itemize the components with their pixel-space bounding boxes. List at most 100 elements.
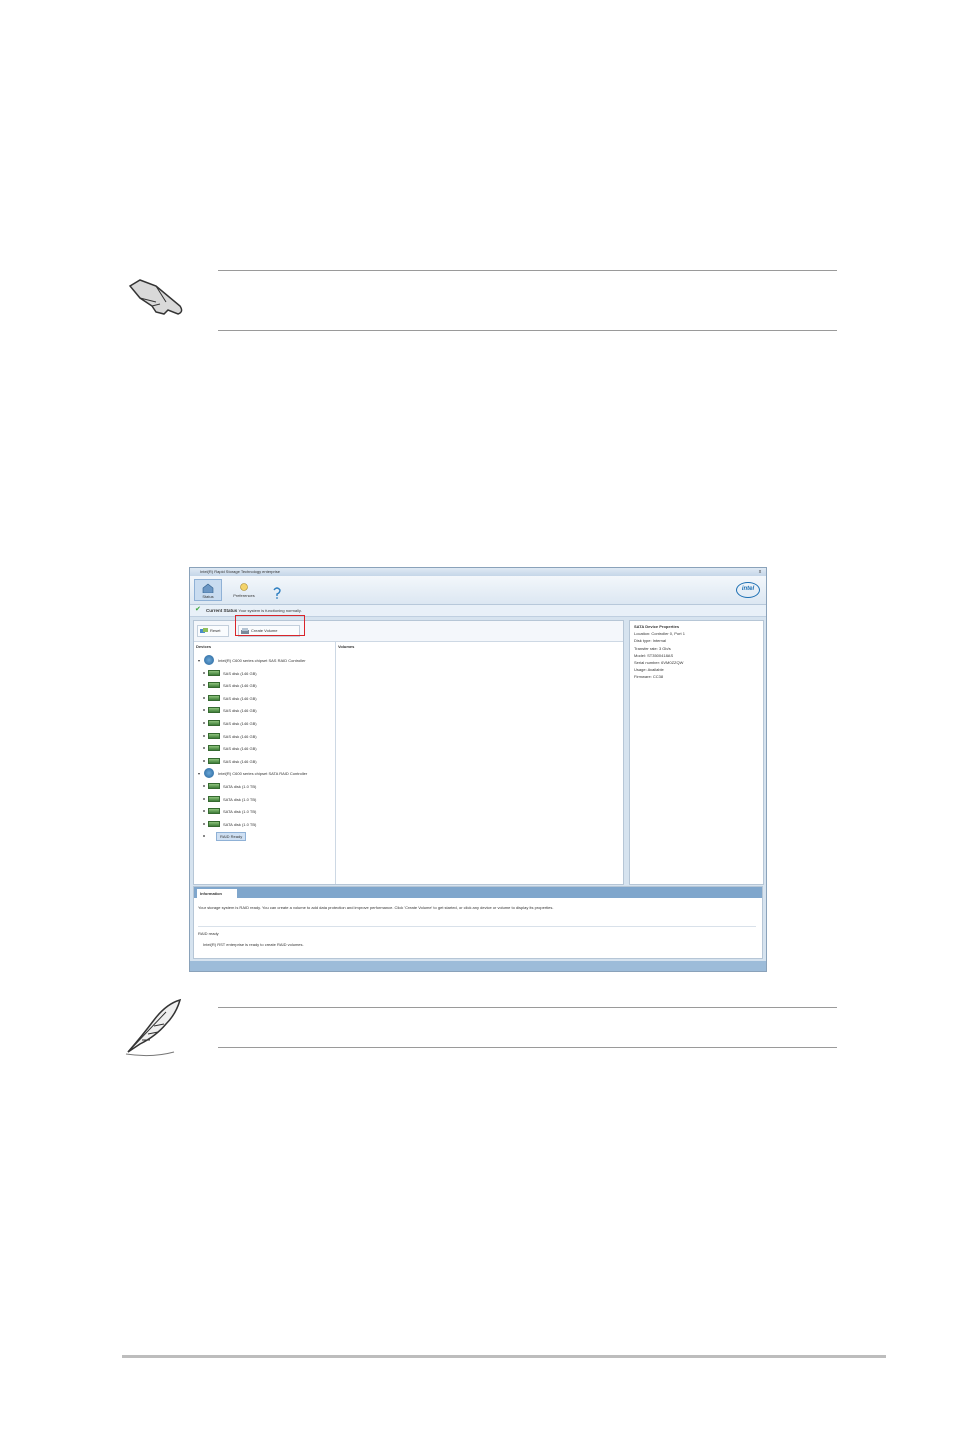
- disk-drive-icon: [208, 795, 220, 802]
- tree-item-selected[interactable]: RAID Ready: [194, 831, 335, 844]
- devices-header: Devices: [196, 644, 212, 649]
- drive-label: SATA disk (1.0 TB): [223, 783, 257, 789]
- status-heading: Current Status: [206, 608, 238, 613]
- property-line: Firmware: CC38: [634, 674, 664, 680]
- toolbar-status-button[interactable]: Status: [194, 579, 222, 601]
- properties-title: SATA Device Properties: [634, 624, 680, 629]
- create-volume-highlight: [235, 615, 305, 636]
- disk-drive-icon: [208, 782, 220, 789]
- footer-rule: [122, 1355, 886, 1358]
- expand-arrow-icon[interactable]: ▾: [198, 658, 200, 663]
- tree-connector-icon: [203, 684, 205, 687]
- notice-bottom-rule: [218, 330, 837, 331]
- tree-drive[interactable]: SAS disk (146 GB): [194, 680, 335, 693]
- tab-information[interactable]: Information: [197, 889, 237, 898]
- info-sub-heading: RAID ready: [198, 931, 219, 936]
- disk-drive-icon: [208, 745, 220, 752]
- tree-connector-icon: [203, 696, 205, 699]
- drive-label: SAS disk (146 GB): [223, 733, 257, 739]
- disk-drive-icon: [208, 757, 220, 764]
- preferences-icon: [240, 583, 248, 591]
- tree-drive[interactable]: SAS disk (146 GB): [194, 693, 335, 706]
- app-window-screenshot: Intel(R) Rapid Storage Technology enterp…: [189, 567, 767, 972]
- window-bottom-strip: [190, 961, 766, 971]
- tree-drive[interactable]: SAS disk (146 GB): [194, 705, 335, 718]
- tree-connector-icon: [203, 721, 205, 724]
- feather-quill-icon: [122, 996, 184, 1058]
- toolbar-status-label: Status: [202, 594, 214, 599]
- property-line: Usage: Available: [634, 667, 664, 673]
- info-divider: [198, 926, 756, 927]
- drive-label: SAS disk (146 GB): [223, 746, 257, 752]
- property-line: Location: Controller 0, Port 1: [634, 631, 685, 637]
- tree-connector-icon: [203, 797, 205, 800]
- tree-controller[interactable]: ▾ Intel(R) C600 series chipset SATA RAID …: [194, 768, 335, 781]
- expand-arrow-icon[interactable]: ▾: [198, 771, 200, 776]
- controller-icon: [204, 655, 214, 665]
- check-icon: ✔: [195, 606, 201, 613]
- tree-connector-icon: [203, 709, 205, 712]
- tree-drive[interactable]: SATA disk (1.0 TB): [194, 781, 335, 794]
- disk-drive-icon: [208, 707, 220, 714]
- tree-connector-icon: [203, 835, 205, 838]
- controller-label: Intel(R) C600 series chipset SATA RAID C…: [218, 771, 308, 777]
- tree-drive[interactable]: SATA disk (1.0 TB): [194, 819, 335, 832]
- tree-connector-icon: [203, 822, 205, 825]
- tree-drive[interactable]: SAS disk (146 GB): [194, 718, 335, 731]
- tree-drive[interactable]: SATA disk (1.0 TB): [194, 806, 335, 819]
- tree-controller[interactable]: ▾ Intel(R) C600 series chipset SAS RAID C…: [194, 655, 335, 668]
- property-line: Serial number: 6VM0ZZQW: [634, 659, 684, 665]
- drive-label: SAS disk (146 GB): [223, 758, 257, 764]
- info-sub-text: Intel(R) RST enterprise is ready to crea…: [203, 942, 304, 947]
- properties-pane: SATA Device Properties Location: Control…: [629, 620, 764, 885]
- note-top-rule: [218, 1007, 837, 1008]
- information-text: Your storage system is RAID ready. You c…: [198, 905, 554, 910]
- disk-drive-icon: [208, 732, 220, 739]
- drive-label: RAID Ready: [216, 832, 247, 842]
- volumes-column: Volumes: [336, 641, 623, 884]
- tree-connector-icon: [203, 747, 205, 750]
- toolbar-preferences-label: Preferences: [233, 593, 255, 598]
- tree-connector-icon: [203, 759, 205, 762]
- disk-drive-icon: [208, 694, 220, 701]
- drive-label: SATA disk (1.0 TB): [223, 796, 257, 802]
- status-message: Your system is functioning normally.: [238, 608, 302, 613]
- note-bottom-rule: [218, 1047, 837, 1048]
- property-line: Disk type: Internal: [634, 638, 667, 644]
- drive-label: SAS disk (146 GB): [223, 683, 257, 689]
- property-line: Transfer rate: 3 Gb/s: [634, 645, 671, 651]
- info-tab-bar: Information: [194, 887, 762, 898]
- tree-drive[interactable]: SAS disk (146 GB): [194, 668, 335, 681]
- controller-icon: [204, 768, 214, 779]
- tree-drive[interactable]: SAS disk (146 GB): [194, 731, 335, 744]
- reset-icon: [200, 628, 208, 633]
- drive-label: SATA disk (1.0 TB): [223, 821, 257, 827]
- device-tree: ▾ Intel(R) C600 series chipset SAS RAID C…: [194, 655, 335, 844]
- pointing-hand-icon: [126, 272, 186, 318]
- devices-column: Devices ▾ Intel(R) C600 series chipset SA…: [194, 641, 336, 884]
- volumes-header: Volumes: [338, 644, 355, 649]
- tree-drive[interactable]: SATA disk (1.0 TB): [194, 794, 335, 807]
- notice-top-rule: [218, 270, 837, 271]
- disk-drive-icon: [208, 820, 220, 827]
- disk-drive-icon: [208, 682, 220, 689]
- devices-pane: Reset Create Volume Devices ▾ Intel(R) C6…: [193, 615, 624, 885]
- drive-label: SAS disk (146 GB): [223, 720, 257, 726]
- tree-connector-icon: [203, 671, 205, 674]
- toolbar-preferences-button[interactable]: Preferences: [226, 579, 262, 601]
- toolbar: Status Preferences intel: [190, 576, 766, 605]
- drive-label: SAS disk (146 GB): [223, 670, 257, 676]
- disk-drive-icon: [208, 669, 220, 676]
- close-icon[interactable]: x: [756, 569, 764, 575]
- tree-drive[interactable]: SAS disk (146 GB): [194, 743, 335, 756]
- window-title: Intel(R) Rapid Storage Technology enterp…: [200, 569, 280, 574]
- drive-label: SATA disk (1.0 TB): [223, 809, 257, 815]
- disk-drive-icon: [208, 808, 220, 815]
- tree-drive[interactable]: SAS disk (146 GB): [194, 756, 335, 769]
- reset-button[interactable]: Reset: [197, 625, 229, 637]
- help-icon[interactable]: [272, 587, 282, 599]
- reset-label: Reset: [210, 628, 221, 633]
- controller-label: Intel(R) C600 series chipset SAS RAID Co…: [218, 658, 306, 663]
- drive-label: SAS disk (146 GB): [223, 708, 257, 714]
- tree-connector-icon: [203, 784, 205, 787]
